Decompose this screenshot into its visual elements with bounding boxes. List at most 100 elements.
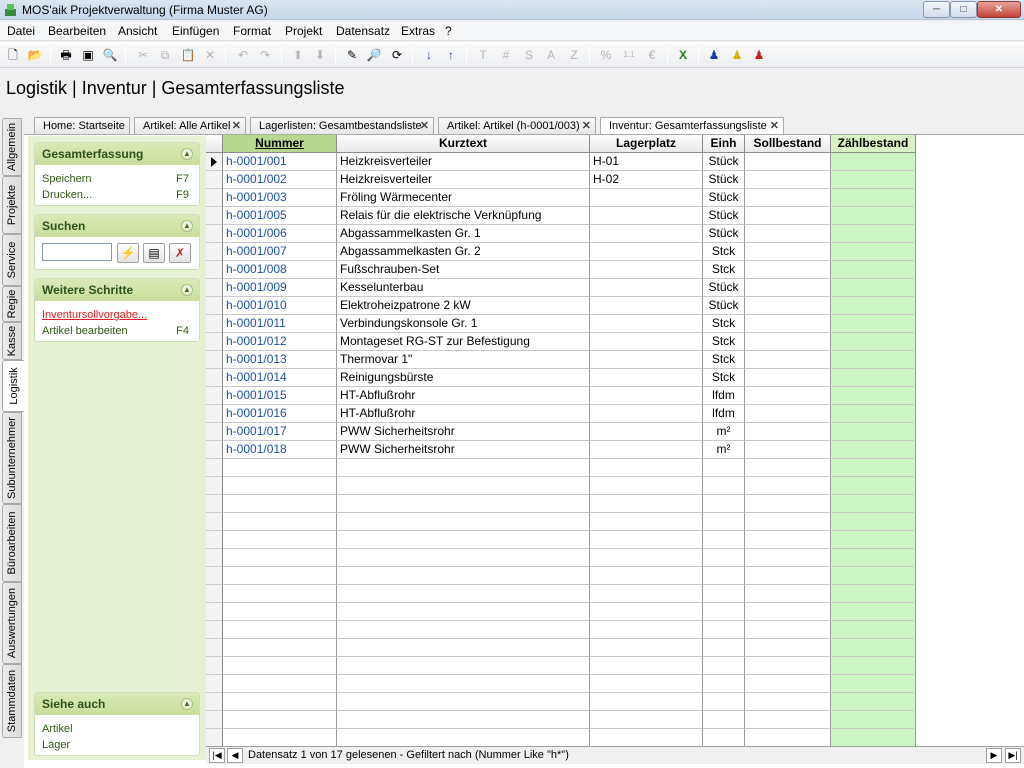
z-format-icon[interactable]: Z	[565, 46, 583, 64]
row-selector[interactable]	[206, 387, 223, 405]
empty-row[interactable]	[206, 693, 916, 711]
cell-zaehlbestand[interactable]	[831, 585, 916, 603]
cell-einh[interactable]: Stck	[703, 315, 745, 333]
row-selector[interactable]	[206, 297, 223, 315]
cell-kurztext[interactable]	[337, 603, 590, 621]
cell-einh[interactable]: lfdm	[703, 405, 745, 423]
cell-zaehlbestand[interactable]	[831, 603, 916, 621]
empty-row[interactable]	[206, 675, 916, 693]
cell-sollbestand[interactable]	[745, 693, 831, 711]
cell-nummer[interactable]: h-0001/008	[223, 261, 337, 279]
cell-zaehlbestand[interactable]	[831, 279, 916, 297]
copy-icon[interactable]: ⧉	[156, 46, 174, 64]
cell-sollbestand[interactable]	[745, 153, 831, 171]
cell-zaehlbestand[interactable]	[831, 423, 916, 441]
table-row[interactable]: h-0001/015 HT-Abflußrohr lfdm	[206, 387, 916, 405]
table-row[interactable]: h-0001/006 Abgassammelkasten Gr. 1 Stück	[206, 225, 916, 243]
row-header-corner[interactable]	[206, 135, 223, 153]
artikel-link[interactable]: Artikel	[35, 721, 199, 737]
print-setup-icon[interactable]: ▣	[79, 46, 97, 64]
cell-kurztext[interactable]: Relais für die elektrische Verknüpfung	[337, 207, 590, 225]
cell-lagerplatz[interactable]	[590, 567, 703, 585]
cell-zaehlbestand[interactable]	[831, 369, 916, 387]
paste-icon[interactable]: 📋	[179, 46, 197, 64]
empty-row[interactable]	[206, 603, 916, 621]
previous-record-icon[interactable]: ◀	[227, 748, 243, 763]
cell-einh[interactable]: Stück	[703, 153, 745, 171]
row-selector[interactable]	[206, 531, 223, 549]
cell-einh[interactable]: Stck	[703, 261, 745, 279]
cell-sollbestand[interactable]	[745, 387, 831, 405]
drucken-link[interactable]: Drucken... F9	[35, 187, 199, 203]
delete-icon[interactable]: ✕	[201, 46, 219, 64]
cell-nummer[interactable]: h-0001/012	[223, 333, 337, 351]
cell-lagerplatz[interactable]	[590, 675, 703, 693]
number-format-icon[interactable]: #	[497, 46, 515, 64]
search-input[interactable]	[42, 243, 112, 261]
cell-einh[interactable]: Stck	[703, 351, 745, 369]
close-button[interactable]: ✕	[977, 1, 1021, 18]
cell-nummer[interactable]: h-0001/010	[223, 297, 337, 315]
row-selector[interactable]	[206, 711, 223, 729]
tab-artikel-alle[interactable]: Artikel: Alle Artikel ✕	[134, 117, 246, 135]
cell-kurztext[interactable]	[337, 693, 590, 711]
cell-lagerplatz[interactable]	[590, 549, 703, 567]
cell-sollbestand[interactable]	[745, 351, 831, 369]
column-header-lagerplatz[interactable]: Lagerplatz	[590, 135, 703, 153]
table-row[interactable]: h-0001/001 Heizkreisverteiler H-01 Stück	[206, 153, 916, 171]
table-row[interactable]: h-0001/012 Montageset RG-ST zur Befestigu…	[206, 333, 916, 351]
cell-lagerplatz[interactable]	[590, 657, 703, 675]
row-selector[interactable]	[206, 279, 223, 297]
cell-einh[interactable]	[703, 459, 745, 477]
cell-nummer[interactable]	[223, 675, 337, 693]
cell-lagerplatz[interactable]	[590, 405, 703, 423]
table-row[interactable]: h-0001/017 PWW Sicherheitsrohr m²	[206, 423, 916, 441]
empty-row[interactable]	[206, 495, 916, 513]
cell-lagerplatz[interactable]	[590, 693, 703, 711]
cell-sollbestand[interactable]	[745, 315, 831, 333]
menu-datei[interactable]: Datei	[7, 24, 35, 38]
speichern-link[interactable]: Speichern F7	[35, 171, 199, 187]
table-row[interactable]: h-0001/003 Fröling Wärmecenter Stück	[206, 189, 916, 207]
cell-nummer[interactable]	[223, 657, 337, 675]
cell-lagerplatz[interactable]	[590, 513, 703, 531]
vtab-stammdaten[interactable]: Stammdaten	[2, 664, 22, 738]
cell-nummer[interactable]	[223, 531, 337, 549]
cell-kurztext[interactable]: Fußschrauben-Set	[337, 261, 590, 279]
cell-einh[interactable]	[703, 495, 745, 513]
cell-nummer[interactable]	[223, 711, 337, 729]
cell-zaehlbestand[interactable]	[831, 171, 916, 189]
cell-lagerplatz[interactable]	[590, 423, 703, 441]
row-selector[interactable]	[206, 549, 223, 567]
cell-kurztext[interactable]: Abgassammelkasten Gr. 2	[337, 243, 590, 261]
tab-artikel-h0001003[interactable]: Artikel: Artikel (h-0001/003) ✕	[438, 117, 596, 135]
row-selector[interactable]	[206, 639, 223, 657]
cell-nummer[interactable]: h-0001/014	[223, 369, 337, 387]
cut-icon[interactable]: ✂	[134, 46, 152, 64]
cell-lagerplatz[interactable]	[590, 477, 703, 495]
cell-lagerplatz[interactable]	[590, 279, 703, 297]
row-selector[interactable]	[206, 585, 223, 603]
undo-icon[interactable]: ↶	[234, 46, 252, 64]
menu-ansicht[interactable]: Ansicht	[118, 24, 157, 38]
cell-zaehlbestand[interactable]	[831, 693, 916, 711]
collapse-icon[interactable]: ▲	[181, 148, 193, 160]
excel-export-icon[interactable]: X	[674, 46, 692, 64]
alpha-format-icon[interactable]: A	[542, 46, 560, 64]
close-tab-icon[interactable]: ✕	[232, 118, 241, 134]
row-selector[interactable]	[206, 657, 223, 675]
cell-lagerplatz[interactable]	[590, 207, 703, 225]
cell-nummer[interactable]	[223, 549, 337, 567]
cell-einh[interactable]: m²	[703, 441, 745, 459]
column-header-zaehlbestand[interactable]: Zählbestand	[831, 135, 916, 153]
cell-sollbestand[interactable]	[745, 261, 831, 279]
cell-sollbestand[interactable]	[745, 441, 831, 459]
cell-kurztext[interactable]	[337, 513, 590, 531]
row-selector[interactable]	[206, 351, 223, 369]
empty-row[interactable]	[206, 711, 916, 729]
empty-row[interactable]	[206, 513, 916, 531]
cell-sollbestand[interactable]	[745, 603, 831, 621]
new-document-icon[interactable]: 🗋	[4, 46, 22, 64]
cell-sollbestand[interactable]	[745, 423, 831, 441]
cell-zaehlbestand[interactable]	[831, 243, 916, 261]
